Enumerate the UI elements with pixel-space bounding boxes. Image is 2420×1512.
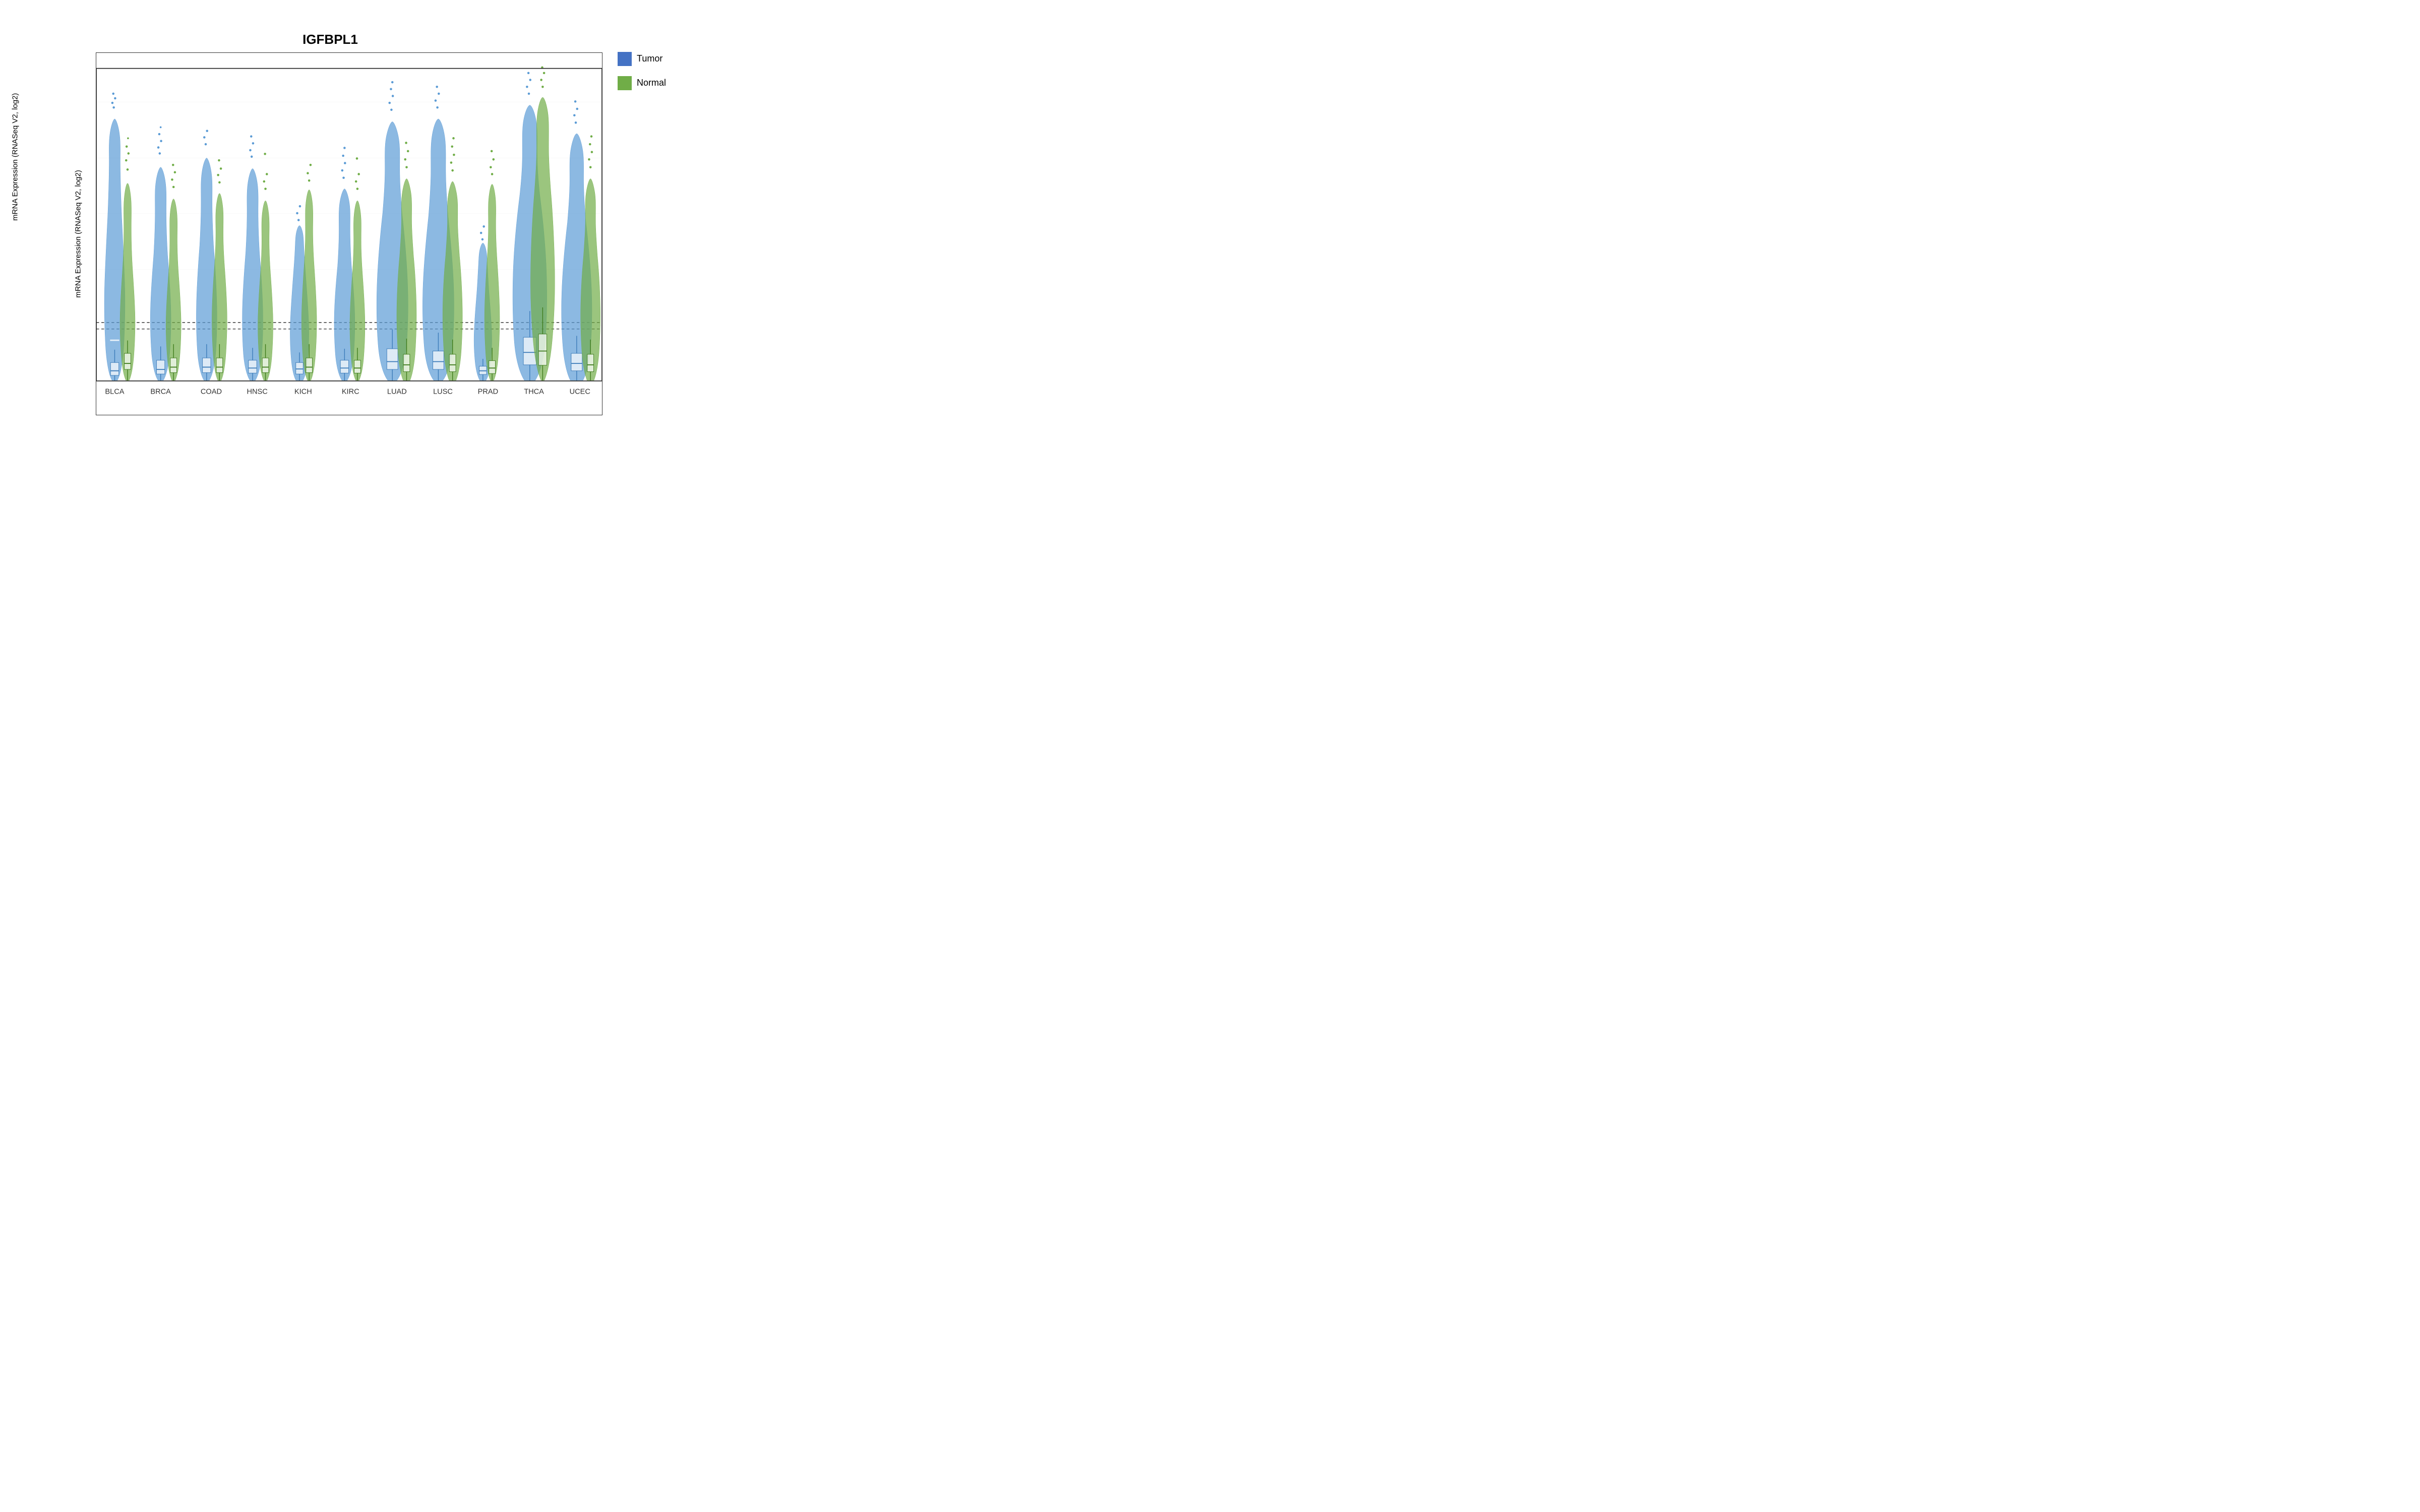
tumor-legend-label: Tumor	[637, 53, 662, 64]
normal-legend-label: Normal	[637, 78, 666, 88]
svg-text:KICH: KICH	[294, 388, 312, 396]
svg-text:HNSC: HNSC	[247, 388, 267, 396]
svg-text:KIRC: KIRC	[342, 388, 359, 396]
plot-area: IGFBPL1 mRNA Expression (RNASeq V2, log2…	[13, 12, 613, 430]
y-axis-label-text: mRNA Expression (RNASeq V2, log2)	[11, 93, 20, 220]
svg-text:LUAD: LUAD	[387, 388, 407, 396]
svg-text:UCEC: UCEC	[570, 388, 590, 396]
chart-legend: Tumor Normal	[613, 42, 693, 100]
kich-normal-violin	[301, 163, 317, 381]
y-axis-label: mRNA Expression (RNASeq V2, log2)	[74, 158, 83, 309]
normal-legend-box	[618, 76, 632, 90]
svg-text:LUSC: LUSC	[433, 388, 453, 396]
legend-item-tumor: Tumor	[618, 52, 688, 66]
chart-title: IGFBPL1	[58, 32, 602, 47]
chart-container: IGFBPL1 mRNA Expression (RNASeq V2, log2…	[13, 12, 693, 430]
svg-text:COAD: COAD	[201, 388, 222, 396]
kirc-normal-violin	[350, 157, 365, 381]
svg-text:THCA: THCA	[524, 388, 544, 396]
prad-normal-violin	[485, 150, 500, 381]
chart-svg: 0 2 4 6 8 10	[96, 53, 602, 415]
tumor-legend-box	[618, 52, 632, 66]
legend-item-normal: Normal	[618, 76, 688, 90]
svg-text:BLCA: BLCA	[105, 388, 124, 396]
coad-normal-violin	[212, 159, 227, 381]
svg-text:PRAD: PRAD	[478, 388, 499, 396]
svg-text:BRCA: BRCA	[150, 388, 171, 396]
